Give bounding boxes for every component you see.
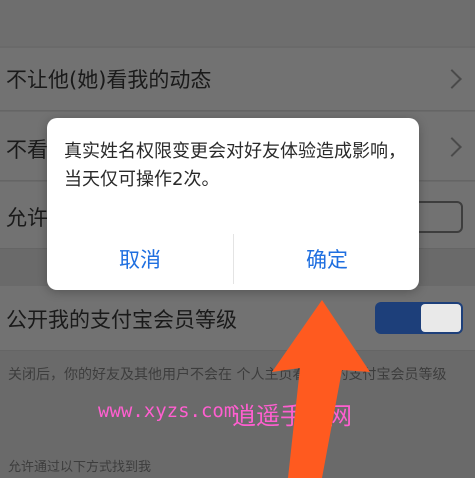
watermark-brand: 逍遥手游网 (232, 402, 352, 430)
chevron-right-icon (442, 137, 462, 157)
row-label: 公开我的支付宝会员等级 (6, 308, 237, 332)
find-me-section-header: 允许通过以下方式找到我 (8, 460, 152, 475)
dialog-message: 真实姓名权限变更会对好友体验造成影响，当天仅可操作2次。 (64, 141, 406, 190)
cancel-button[interactable]: 取消 (47, 228, 233, 290)
row-public-member-level: 公开我的支付宝会员等级 (0, 286, 475, 351)
row-hide-my-moments[interactable]: 不让他(她)看我的动态 (0, 48, 475, 111)
member-level-description: 关闭后，你的好友及其他用户不会在 个人主页看到你的支付宝会员等级 (8, 367, 447, 383)
row-label: 允许 (6, 206, 48, 230)
confirm-button[interactable]: 确定 (234, 228, 420, 290)
row-label: 不让他(她)看我的动态 (6, 68, 212, 92)
watermark-url: www.xyzs.com (98, 400, 236, 422)
toggle-knob (421, 304, 461, 332)
confirm-dialog: 真实姓名权限变更会对好友体验造成影响，当天仅可操作2次。 取消 确定 (47, 118, 419, 290)
top-partial-row (0, 0, 475, 46)
row-label: 不看 (6, 138, 48, 162)
chevron-right-icon (442, 69, 462, 89)
dialog-button-bar: 取消 确定 (47, 228, 419, 290)
member-level-toggle[interactable] (375, 302, 463, 334)
